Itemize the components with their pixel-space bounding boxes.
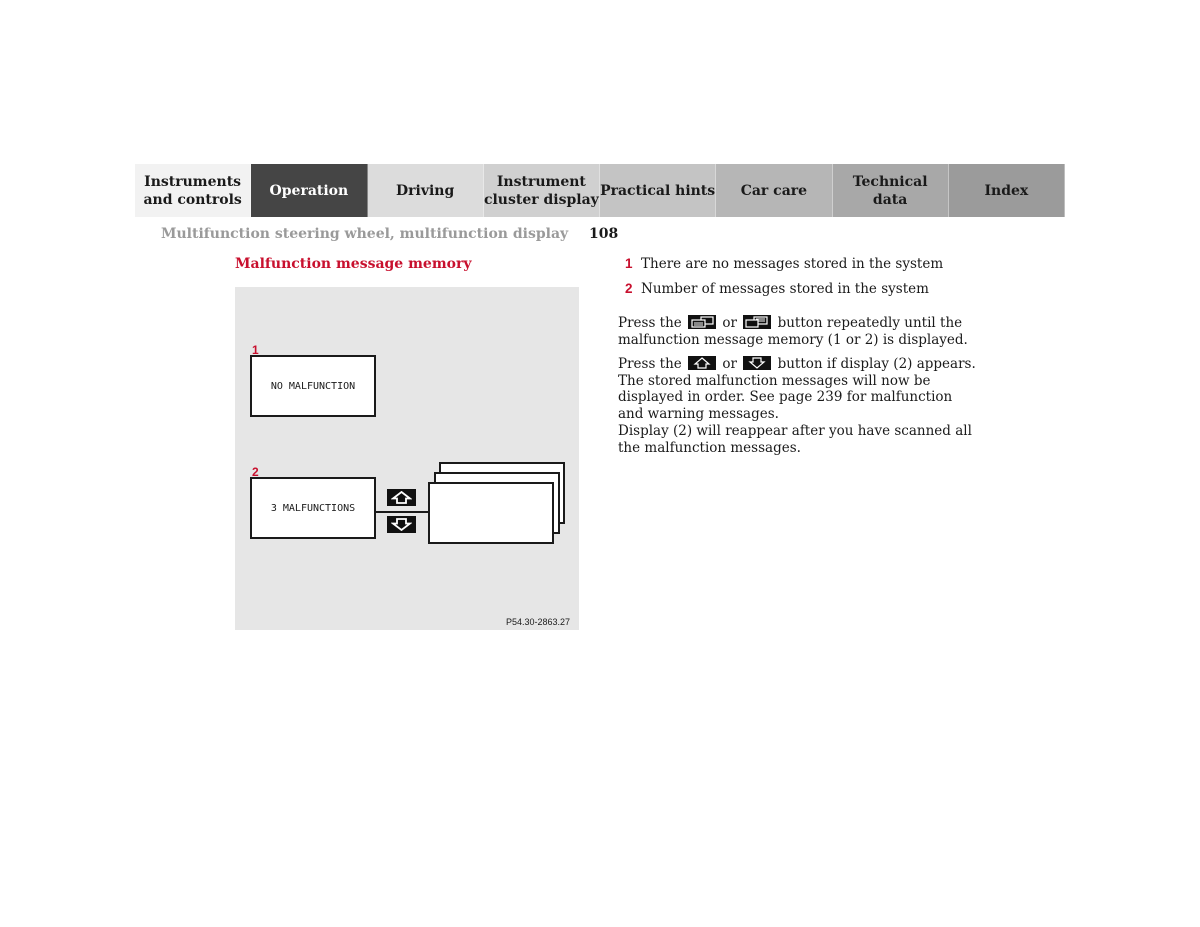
connector-line — [376, 511, 429, 513]
display-back-button — [688, 315, 717, 329]
stacked-display-front — [428, 482, 554, 544]
arrow-down-icon — [391, 518, 412, 531]
display-illustration: 1 NO MALFUNCTION 2 3 MALFUNCTIONS P54.30… — [235, 287, 579, 630]
instruction-paragraph-2: Press the or button if display (2) appea… — [618, 356, 978, 422]
arrow-up-button — [387, 489, 416, 506]
tab-car-care[interactable]: Car care — [716, 164, 833, 217]
display-back-icon — [691, 316, 714, 328]
section-header: Multifunction steering wheel, multifunct… — [161, 226, 569, 242]
legend-text: Number of messages stored in the system — [641, 281, 929, 297]
figure-code: P54.30-2863.27 — [505, 617, 570, 627]
arrow-down-icon — [748, 357, 766, 369]
display-1-text: NO MALFUNCTION — [270, 380, 356, 392]
instruction-paragraph-1: Press the or button repeatedly until the… — [618, 315, 978, 348]
text: Press the — [618, 356, 682, 372]
display-malfunctions-count: 3 MALFUNCTIONS — [250, 477, 376, 539]
page-heading: Malfunction message memory — [235, 256, 472, 272]
page-number: 108 — [589, 226, 619, 242]
tab-instruments-and-controls[interactable]: Instruments and controls — [135, 164, 252, 217]
legend-text: There are no messages stored in the syst… — [641, 256, 944, 272]
arrow-up-icon — [391, 491, 412, 504]
tab-index[interactable]: Index — [948, 164, 1065, 217]
legend-number: 1 — [625, 256, 633, 271]
arrow-down-button — [387, 516, 416, 533]
display-2-text: 3 MALFUNCTIONS — [270, 502, 356, 514]
tab-driving[interactable]: Driving — [367, 164, 484, 217]
tab-practical-hints[interactable]: Practical hints — [600, 164, 717, 217]
tab-technical-data[interactable]: Technical data — [832, 164, 949, 217]
text: Display (2) will reappear after you have… — [618, 423, 972, 456]
display-forward-icon — [745, 316, 768, 328]
legend-item-2: 2 Number of messages stored in the system — [625, 281, 929, 297]
display-no-malfunction: NO MALFUNCTION — [250, 355, 376, 417]
legend-number: 2 — [625, 281, 633, 296]
text: or — [722, 356, 737, 372]
chapter-tabs: Instruments and controls Operation Drivi… — [135, 164, 1065, 217]
scroll-up-button — [688, 356, 717, 370]
display-forward-button — [743, 315, 772, 329]
tab-operation[interactable]: Operation — [251, 164, 368, 217]
instruction-paragraph-3: Display (2) will reappear after you have… — [618, 423, 978, 456]
text: Press the — [618, 315, 682, 331]
tab-instrument-cluster-display[interactable]: Instrument cluster display — [483, 164, 600, 217]
legend-item-1: 1 There are no messages stored in the sys… — [625, 256, 943, 272]
text: or — [722, 315, 737, 331]
arrow-up-icon — [693, 357, 711, 369]
scroll-down-button — [743, 356, 772, 370]
